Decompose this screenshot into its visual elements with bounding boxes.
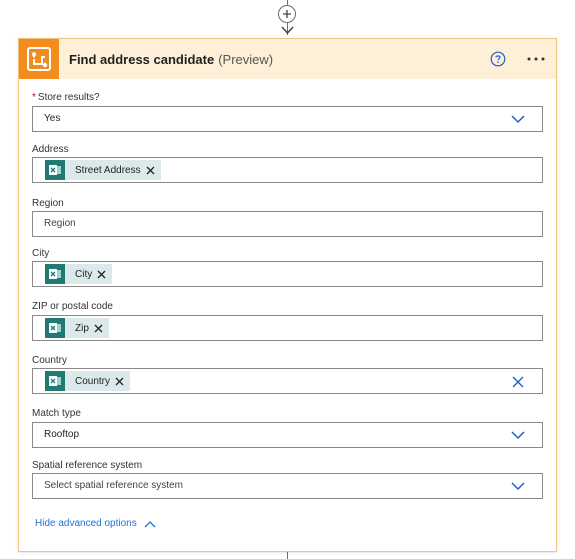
city-token[interactable]: City [45,264,113,284]
address-label: Address [32,144,69,155]
add-step-button[interactable] [278,5,296,23]
city-label: City [32,248,50,259]
card-title: Find address candidate [69,51,215,67]
match-type-label: Match type [32,408,81,419]
match-type-value: Rooftop [44,429,80,440]
region-placeholder: Region [44,218,76,229]
more-options-icon[interactable] [525,51,547,67]
store-results-value: Yes [44,113,61,124]
remove-token-icon[interactable] [97,270,106,279]
zip-label: ZIP or postal code [32,301,113,312]
store-results-label-text: Store results? [37,92,100,103]
remove-token-icon[interactable] [94,324,103,333]
chevron-down-icon [511,431,525,440]
address-input[interactable]: Street Address [32,157,543,183]
remove-token-icon[interactable] [115,377,124,386]
connector-line-bottom [287,552,288,559]
city-token-label: City [75,268,93,280]
city-input[interactable]: City [32,261,543,287]
remove-token-icon[interactable] [146,166,155,175]
excel-icon [45,264,65,284]
required-marker: * [32,92,36,103]
zip-token-label: Zip [75,322,89,334]
address-token-label: Street Address [75,164,141,176]
map-route-icon [19,39,59,79]
plus-icon [283,10,291,18]
arrow-down-icon [281,26,294,35]
chevron-up-icon [144,520,156,527]
address-token[interactable]: Street Address [45,160,161,180]
clear-field-icon[interactable] [511,375,525,389]
country-token[interactable]: Country [45,371,131,391]
hide-advanced-options-label: Hide advanced options [35,518,137,529]
country-token-label: Country [75,375,111,387]
store-results-label: * Store results? [32,92,100,103]
card-title-suffix: (Preview) [218,51,274,67]
zip-input[interactable]: Zip [32,315,543,341]
excel-icon [45,318,65,338]
spatial-ref-label: Spatial reference system [32,460,143,471]
spatial-ref-dropdown[interactable]: Select spatial reference system [32,473,543,499]
country-label: Country [32,355,68,366]
excel-icon [45,371,65,391]
hide-advanced-options-link[interactable]: Hide advanced options [35,518,156,529]
chevron-down-icon [511,115,525,124]
excel-icon [45,160,65,180]
region-input[interactable]: Region [32,211,543,237]
action-card: Find address candidate (Preview) * Store … [18,38,557,552]
spatial-ref-placeholder: Select spatial reference system [44,480,183,491]
zip-token[interactable]: Zip [45,318,109,338]
region-label: Region [32,198,64,209]
card-header[interactable]: Find address candidate (Preview) [19,39,556,79]
country-input[interactable]: Country [32,368,543,394]
help-icon[interactable] [490,51,506,67]
store-results-dropdown[interactable]: Yes [32,106,543,132]
chevron-down-icon [511,482,525,491]
match-type-dropdown[interactable]: Rooftop [32,422,543,448]
